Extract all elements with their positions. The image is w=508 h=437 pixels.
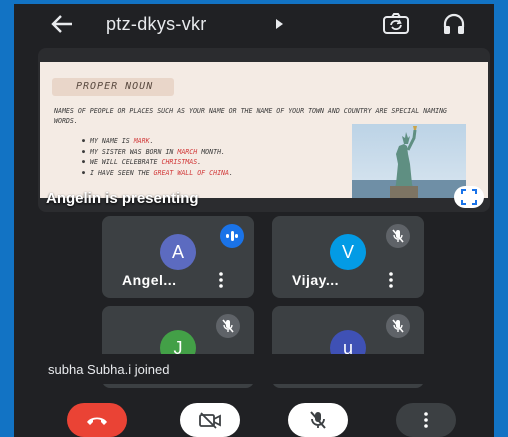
caret-right-icon[interactable] bbox=[276, 19, 283, 29]
join-notification: subha Subha.i joined bbox=[14, 354, 494, 384]
switch-camera-icon[interactable] bbox=[382, 13, 410, 35]
end-call-button[interactable] bbox=[67, 403, 127, 437]
top-bar: ptz-dkys-vkr bbox=[14, 4, 494, 44]
more-options-icon bbox=[424, 412, 428, 428]
slide-bullet: MY SISTER WAS BORN IN MARCH MONTH. bbox=[82, 147, 233, 158]
call-controls bbox=[14, 388, 494, 437]
more-vert-icon[interactable] bbox=[388, 272, 394, 288]
avatar: A bbox=[160, 234, 196, 270]
presenting-label: Angelin is presenting bbox=[46, 190, 199, 207]
speaking-indicator-icon bbox=[220, 224, 244, 248]
mic-muted-icon bbox=[386, 314, 410, 338]
headphones-icon[interactable] bbox=[442, 13, 466, 35]
slide-bullet-list: MY NAME IS MARK. MY SISTER WAS BORN IN M… bbox=[82, 136, 233, 178]
mic-muted-icon bbox=[386, 224, 410, 248]
mic-off-icon bbox=[310, 411, 326, 429]
meeting-code[interactable]: ptz-dkys-vkr bbox=[106, 14, 207, 35]
end-call-icon bbox=[87, 417, 107, 425]
mic-toggle-button[interactable] bbox=[288, 403, 348, 437]
more-vert-icon[interactable] bbox=[218, 272, 224, 288]
fullscreen-button[interactable] bbox=[454, 186, 484, 208]
slide-heading: PROPER NOUN bbox=[76, 81, 154, 92]
participant-name: Angel... bbox=[122, 272, 177, 288]
participant-name: Vijay... bbox=[292, 272, 340, 288]
back-arrow-icon[interactable] bbox=[50, 14, 74, 34]
slide-bullet: I HAVE SEEN THE GREAT WALL OF CHINA. bbox=[82, 168, 233, 179]
meet-screen: ptz-dkys-vkr PROPER NOUN NAMES OF PEOPLE… bbox=[14, 4, 494, 437]
slide-bullet: WE WILL CELEBRATE CHRISTMAS. bbox=[82, 157, 233, 168]
mic-muted-icon bbox=[216, 314, 240, 338]
presented-slide: PROPER NOUN NAMES OF PEOPLE OR PLACES SU… bbox=[40, 62, 488, 198]
participant-tile[interactable]: V Vijay... bbox=[272, 216, 424, 298]
avatar: V bbox=[330, 234, 366, 270]
join-message: subha Subha.i joined bbox=[48, 362, 170, 377]
slide-bullet: MY NAME IS MARK. bbox=[82, 136, 233, 147]
statue-of-liberty-photo bbox=[352, 124, 466, 198]
camera-off-icon bbox=[199, 412, 221, 429]
participant-tile[interactable]: A Angel... bbox=[102, 216, 254, 298]
presentation-view[interactable]: PROPER NOUN NAMES OF PEOPLE OR PLACES SU… bbox=[38, 48, 490, 212]
slide-intro-text: NAMES OF PEOPLE OR PLACES SUCH AS YOUR N… bbox=[54, 107, 448, 125]
more-options-button[interactable] bbox=[396, 403, 456, 437]
camera-toggle-button[interactable] bbox=[180, 403, 240, 437]
fullscreen-icon bbox=[461, 189, 477, 205]
